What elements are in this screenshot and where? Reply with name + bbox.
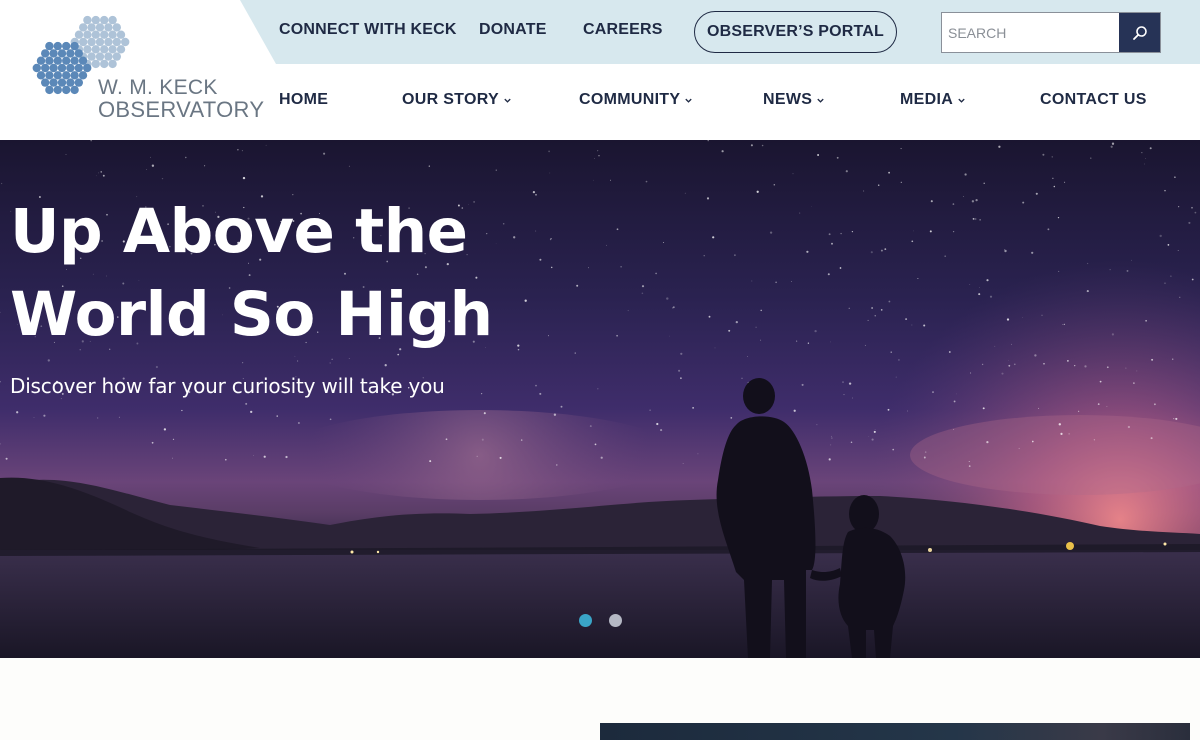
chevron-down-icon: [817, 98, 824, 103]
nav-home[interactable]: HOME: [279, 91, 328, 109]
nav-home-label: HOME: [279, 91, 329, 108]
logo-line-1: W. M. KECK: [98, 76, 218, 99]
chevron-down-icon: [685, 98, 693, 103]
donate-link[interactable]: DONATE: [479, 21, 547, 39]
slider-dot-1[interactable]: [579, 614, 592, 627]
observers-portal-button[interactable]: OBSERVER’S PORTAL: [694, 11, 897, 53]
nav-contact-us-label: CONTACT US: [1040, 91, 1147, 108]
nav-news[interactable]: NEWS: [763, 91, 825, 109]
search-box: [941, 12, 1161, 53]
logo-line-2: OBSERVATORY: [98, 97, 265, 122]
hero-title-line-2: World So High: [10, 279, 493, 350]
hero-subtitle: Discover how far your curiosity will tak…: [10, 374, 445, 398]
nav-community-label: COMMUNITY: [579, 91, 681, 108]
logo-text: W. M. KECK OBSERVATORY: [98, 77, 264, 121]
nav-our-story-label: OUR STORY: [402, 91, 499, 108]
nav-contact-us[interactable]: CONTACT US: [1040, 91, 1147, 109]
search-button[interactable]: [1119, 13, 1160, 52]
hero-title: Up Above the World So High: [10, 190, 530, 356]
careers-link[interactable]: CAREERS: [583, 21, 663, 39]
chevron-down-icon: [958, 98, 965, 103]
slider-dot-2[interactable]: [609, 614, 622, 627]
hero-title-line-1: Up Above the: [10, 196, 468, 267]
keck-logo[interactable]: W. M. KECK OBSERVATORY: [28, 10, 264, 130]
nav-media-label: MEDIA: [900, 91, 954, 108]
nav-our-story[interactable]: OUR STORY: [402, 91, 512, 109]
nav-community[interactable]: COMMUNITY: [579, 91, 693, 109]
nav-media[interactable]: MEDIA: [900, 91, 966, 109]
search-icon: [1132, 25, 1147, 40]
search-input[interactable]: [942, 13, 1120, 52]
site-header: W. M. KECK OBSERVATORY CONNECT WITH KECK…: [0, 0, 1200, 140]
connect-with-keck-link[interactable]: CONNECT WITH KECK: [279, 21, 457, 39]
hero-slider: Up Above the World So High Discover how …: [0, 140, 1200, 658]
nav-news-label: NEWS: [763, 91, 813, 108]
chevron-down-icon: [504, 98, 511, 103]
feature-image-preview: [600, 723, 1190, 740]
